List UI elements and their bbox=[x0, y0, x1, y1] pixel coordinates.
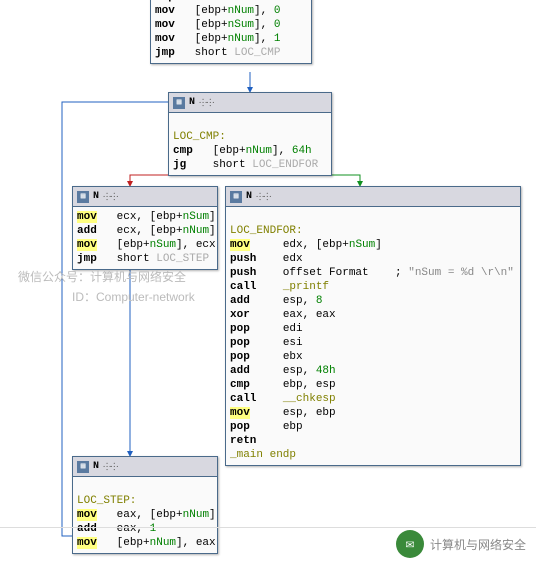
asm-lines: LOC_CMP: cmp [ebp+nNum], 64h jg short LO… bbox=[169, 113, 331, 175]
block-title-bar: ▦ N ⸭⸭ bbox=[73, 457, 217, 477]
grid-icon: ▦ bbox=[77, 461, 89, 473]
block-title-bar: ▦ N ⸭⸭ bbox=[73, 187, 217, 207]
asm-block-endfor[interactable]: ▦ N ⸭⸭ LOC_ENDFOR: mov edx, [ebp+nSum] p… bbox=[225, 186, 521, 466]
asm-lines: LOC_ENDFOR: mov edx, [ebp+nSum] push edx… bbox=[226, 207, 520, 465]
dots-icon: ⸭⸭ bbox=[103, 189, 117, 204]
block-n-icon: N bbox=[93, 191, 99, 202]
dots-icon: ⸭⸭ bbox=[256, 189, 270, 204]
grid-icon: ▦ bbox=[173, 97, 185, 109]
asm-block-step[interactable]: ▦ N ⸭⸭ LOC_STEP: mov eax, [ebp+nNum] add… bbox=[72, 456, 218, 554]
watermark-line2: ID：Computer-network bbox=[72, 288, 195, 305]
block-title-bar: ▦ N ⸭⸭ bbox=[169, 93, 331, 113]
divider bbox=[0, 527, 536, 528]
watermark-line1: 微信公众号：计算机与网络安全 bbox=[18, 268, 186, 285]
footer: ✉ 计算机与网络安全 bbox=[396, 530, 526, 558]
dots-icon: ⸭⸭ bbox=[103, 459, 117, 474]
block-n-icon: N bbox=[189, 97, 195, 108]
grid-icon: ▦ bbox=[230, 191, 242, 203]
wechat-icon: ✉ bbox=[396, 530, 424, 558]
grid-icon: ▦ bbox=[77, 191, 89, 203]
footer-text: 计算机与网络安全 bbox=[430, 536, 526, 553]
asm-lines: rep stosd mov [ebp+nNum], 0 mov [ebp+nSu… bbox=[151, 0, 311, 63]
block-n-icon: N bbox=[93, 461, 99, 472]
dots-icon: ⸭⸭ bbox=[199, 95, 213, 110]
block-title-bar: ▦ N ⸭⸭ bbox=[226, 187, 520, 207]
block-n-icon: N bbox=[246, 191, 252, 202]
asm-lines: mov ecx, [ebp+nSum] add ecx, [ebp+nNum] … bbox=[73, 207, 217, 269]
asm-block-cmp[interactable]: ▦ N ⸭⸭ LOC_CMP: cmp [ebp+nNum], 64h jg s… bbox=[168, 92, 332, 176]
asm-block-sum[interactable]: ▦ N ⸭⸭ mov ecx, [ebp+nSum] add ecx, [ebp… bbox=[72, 186, 218, 270]
asm-lines: LOC_STEP: mov eax, [ebp+nNum] add eax, 1… bbox=[73, 477, 217, 553]
asm-block-init[interactable]: rep stosd mov [ebp+nNum], 0 mov [ebp+nSu… bbox=[150, 0, 312, 64]
